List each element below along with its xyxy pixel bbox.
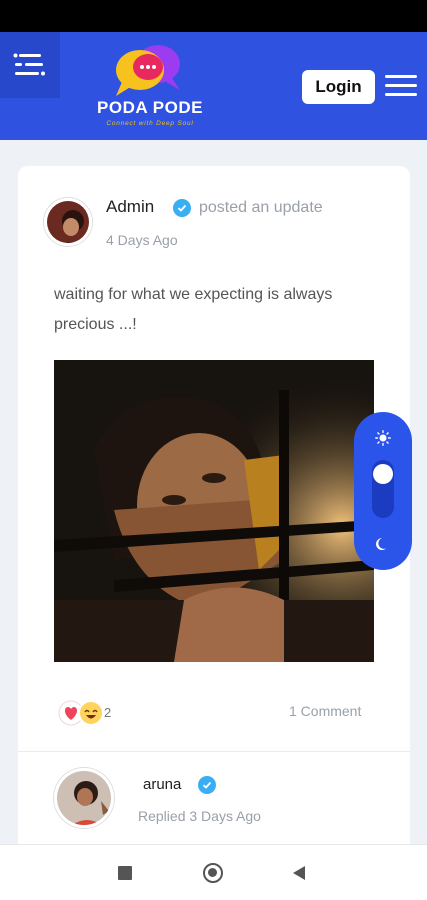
moon-icon — [376, 538, 386, 550]
post-action: posted an update — [199, 199, 323, 216]
author-name[interactable]: Admin — [106, 197, 154, 217]
app-header: PODA PODE Connect with Deep Soul Login — [0, 32, 427, 140]
laugh-reaction-icon — [78, 700, 104, 726]
recent-apps-icon[interactable] — [118, 866, 132, 880]
reaction-count: 2 — [104, 705, 112, 720]
sidebar-toggle-button[interactable] — [0, 32, 60, 98]
post-text-line-2: precious ...! — [54, 316, 137, 333]
post-time: 4 Days Ago — [106, 232, 178, 248]
divider — [18, 751, 410, 752]
reply-author[interactable]: aruna — [143, 776, 181, 793]
theme-switch-knob[interactable] — [373, 464, 393, 484]
login-button[interactable]: Login — [302, 70, 375, 104]
post-text-line-1: waiting for what we expecting is always — [54, 286, 333, 303]
logo-tagline: Connect with Deep Soul — [106, 120, 194, 127]
logo-title: PODA PODE — [97, 98, 203, 117]
reactions[interactable]: 2 — [58, 699, 138, 727]
sidebar-toggle-icon — [13, 53, 45, 76]
back-icon[interactable] — [292, 865, 306, 881]
post-text: waiting for what we expecting is always … — [54, 280, 384, 340]
hamburger-menu-icon[interactable] — [385, 75, 417, 99]
status-bar — [0, 0, 427, 32]
verified-icon — [173, 199, 191, 217]
theme-toggle[interactable] — [354, 412, 412, 570]
reply-avatar[interactable] — [54, 768, 114, 828]
comments-link[interactable]: 1 Comment — [289, 703, 361, 719]
reply-time: Replied 3 Days Ago — [138, 808, 261, 824]
home-icon[interactable] — [203, 863, 223, 883]
post-image[interactable] — [54, 360, 374, 662]
sun-icon — [375, 430, 391, 446]
system-nav-bar — [0, 844, 427, 900]
logo[interactable]: PODA PODE Connect with Deep Soul — [88, 40, 212, 130]
chat-bubbles-logo — [116, 45, 180, 96]
post-card: Admin posted an update 4 Days Ago waitin… — [18, 166, 410, 866]
author-avatar[interactable] — [44, 198, 92, 246]
verified-icon — [198, 776, 216, 794]
